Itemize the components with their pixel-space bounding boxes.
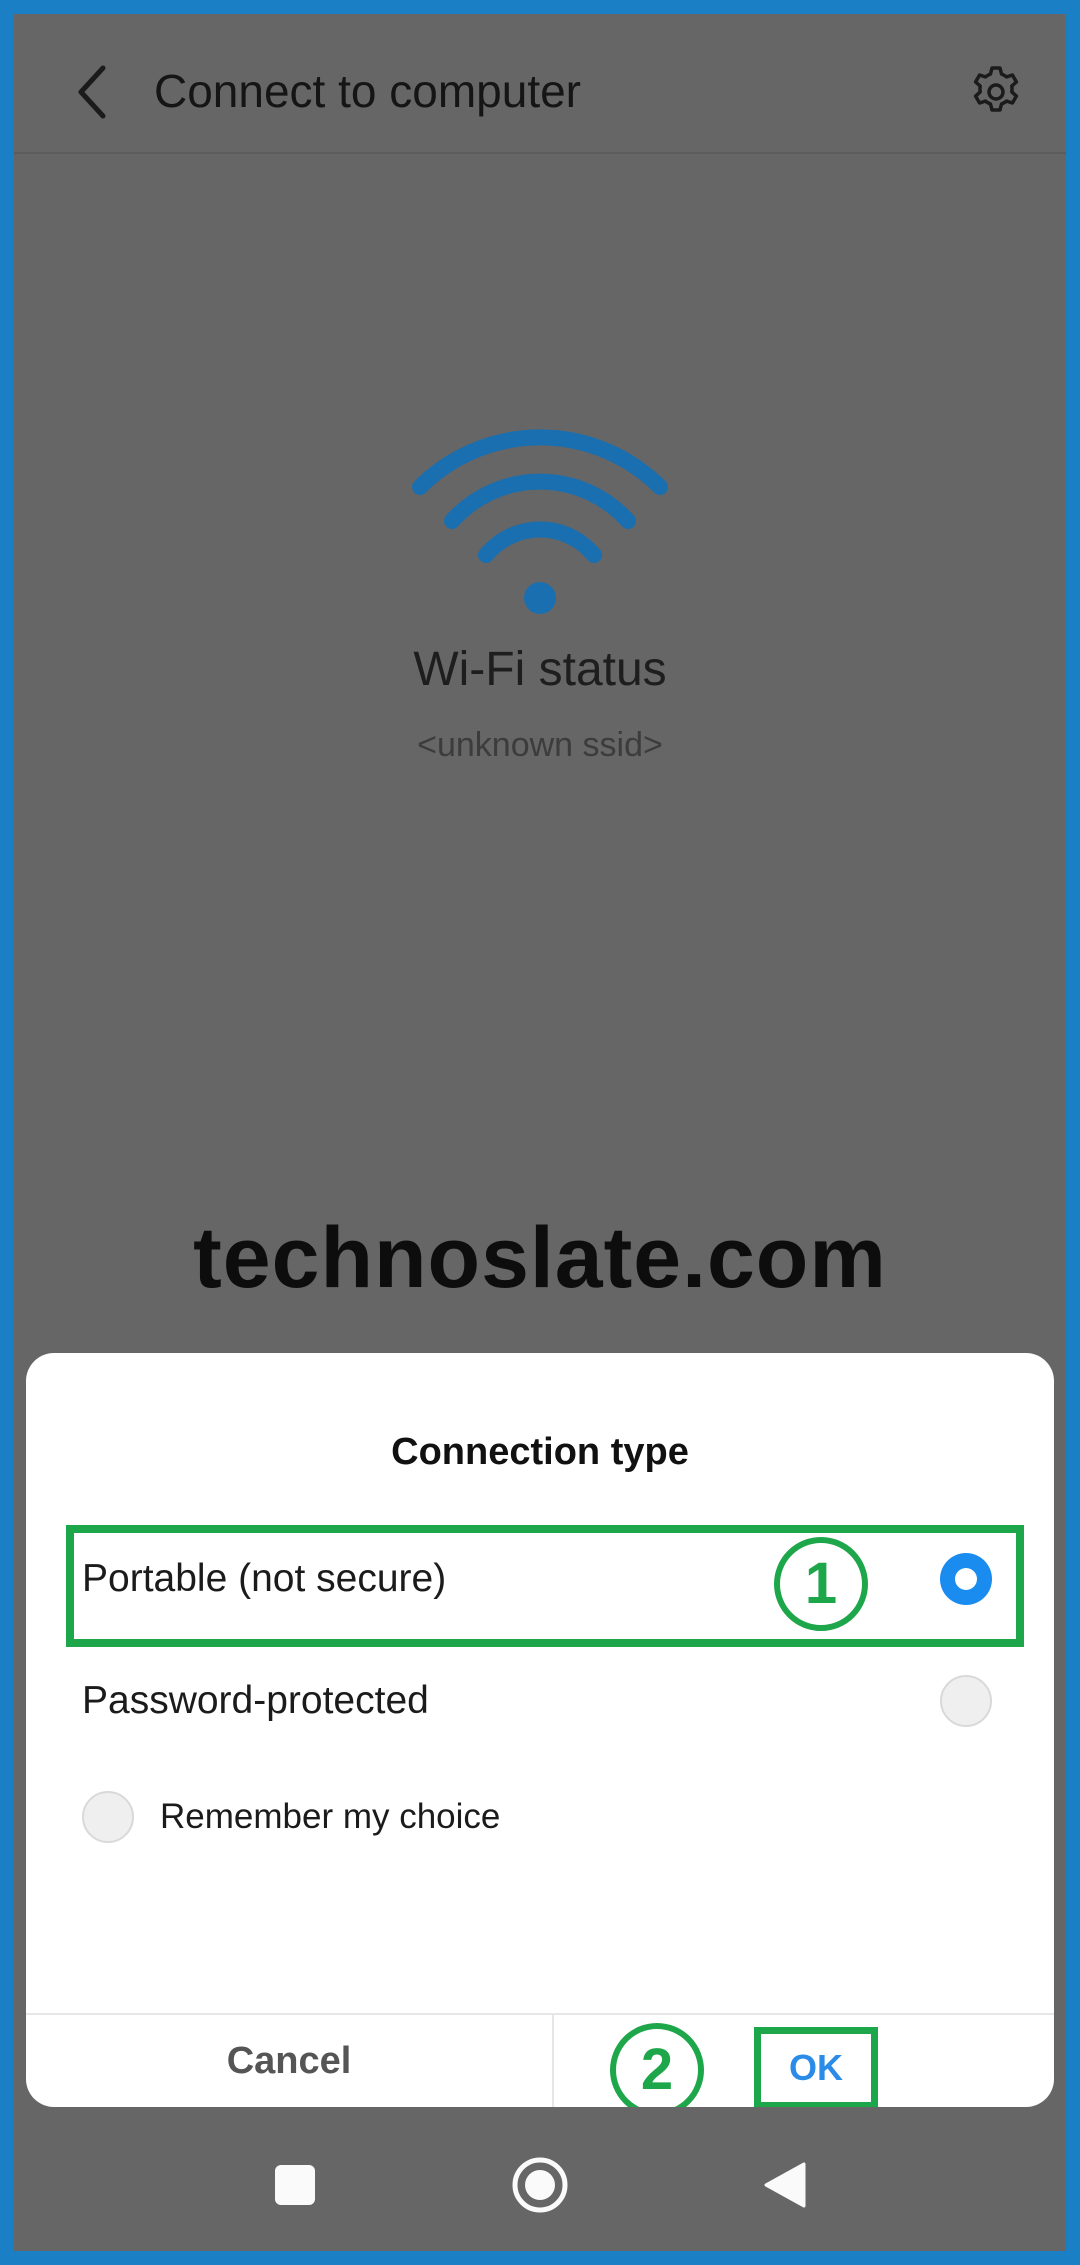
- wifi-ssid: <unknown ssid>: [417, 726, 663, 764]
- remember-choice-row[interactable]: Remember my choice: [66, 1763, 1006, 1871]
- top-app-bar: Connect to computer: [14, 14, 1066, 154]
- remember-choice-checkbox[interactable]: [82, 1791, 134, 1843]
- wifi-status-label: Wi-Fi status: [413, 643, 667, 696]
- option-password-label: Password-protected: [82, 1679, 429, 1722]
- step-2-badge: 2: [610, 2023, 704, 2107]
- page-title: Connect to computer: [154, 65, 582, 117]
- step-1-highlight: [66, 1525, 1024, 1647]
- system-nav-bar: [14, 2118, 1066, 2251]
- settings-button[interactable]: [956, 52, 1036, 132]
- circle-home-icon: [512, 2157, 568, 2213]
- home-button[interactable]: [495, 2140, 585, 2230]
- back-button[interactable]: [54, 52, 134, 132]
- nav-back-button[interactable]: [740, 2140, 830, 2230]
- button-divider: [552, 2015, 554, 2107]
- phone-screen: Connect to computer Wi-Fi status <unknow…: [14, 14, 1066, 2251]
- step-1-badge: 1: [774, 1537, 868, 1631]
- option-password-radio[interactable]: [940, 1675, 992, 1727]
- option-password-protected[interactable]: Password-protected: [66, 1647, 1006, 1755]
- watermark: technoslate.com: [193, 1210, 887, 1306]
- wifi-status-indicator: [410, 419, 670, 619]
- ok-button[interactable]: OK: [754, 2027, 878, 2107]
- wifi-icon: [412, 429, 668, 614]
- back-arrow-icon: [78, 65, 106, 119]
- square-icon: [275, 2165, 315, 2205]
- gear-icon: [973, 66, 1019, 112]
- remember-choice-label: Remember my choice: [160, 1797, 501, 1836]
- recents-button[interactable]: [250, 2140, 340, 2230]
- dialog-title: Connection type: [391, 1431, 689, 1473]
- triangle-back-icon: [764, 2162, 806, 2208]
- connection-type-dialog: Connection type Portable (not secure) 1 …: [26, 1353, 1054, 2107]
- cancel-button[interactable]: Cancel: [26, 2015, 552, 2107]
